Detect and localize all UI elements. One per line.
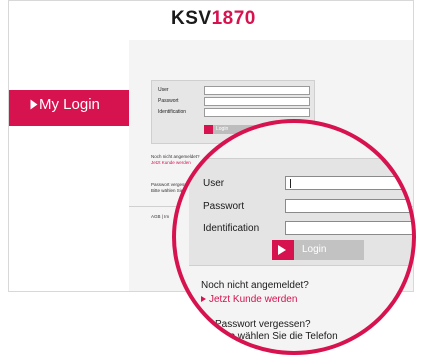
header-bar: KSV1870 [9, 1, 413, 41]
password-input-small[interactable] [204, 97, 310, 106]
logo-suffix: 1870 [211, 8, 256, 29]
sidebar: My Login [9, 40, 129, 291]
chevron-right-icon [204, 125, 213, 134]
identification-input-small[interactable] [204, 108, 310, 117]
sidebar-item-my-login[interactable]: My Login [9, 90, 129, 126]
logo-prefix: KSV [171, 8, 212, 29]
password-label-small: Passwort [158, 98, 179, 104]
ksv-logo[interactable]: KSV1870 [171, 8, 256, 30]
user-label-small: User [158, 87, 169, 93]
arrow-up-icon [30, 99, 38, 110]
sidebar-item-label: My Login [39, 96, 100, 113]
footer-links-small[interactable]: AGB | Im [151, 214, 169, 219]
identification-label-small: Identification [158, 109, 187, 115]
become-customer-link-small[interactable]: Jetzt Kunde werden [151, 160, 191, 165]
user-input-small[interactable] [204, 86, 310, 95]
login-button-label-small: Login [216, 126, 229, 132]
magnifier-ring [172, 119, 416, 355]
